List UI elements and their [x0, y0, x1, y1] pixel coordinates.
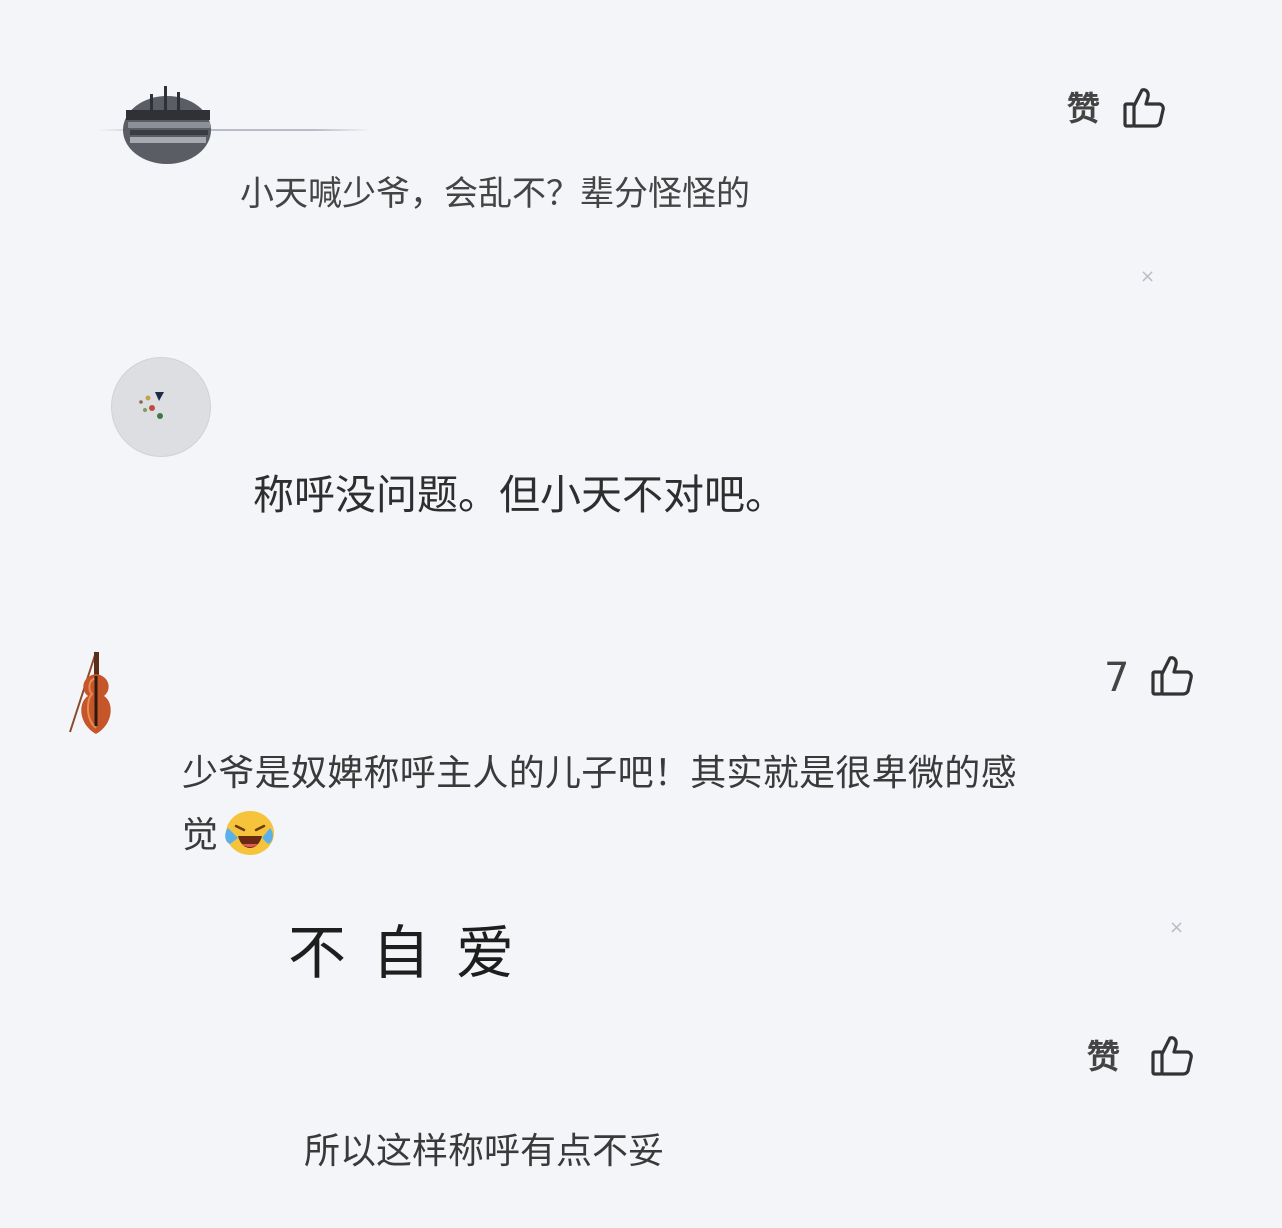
comment-text: 少爷是奴婢称呼主人的儿子吧！其实就是很卑微的感 觉: [182, 743, 1182, 867]
crying-laughing-emoji-icon: [220, 808, 276, 858]
close-icon[interactable]: ×: [1169, 919, 1184, 937]
like-count: 7: [1104, 655, 1130, 701]
comment-text: 不自爱: [288, 919, 541, 987]
avatar[interactable]: [64, 646, 124, 742]
comment-text-line: 少爷是奴婢称呼主人的儿子吧！其实就是很卑微的感: [182, 753, 1017, 794]
avatar[interactable]: [111, 357, 211, 457]
avatar-pattern-icon: [139, 392, 164, 419]
close-icon[interactable]: ×: [1140, 268, 1155, 286]
comment-text-line: 觉: [182, 815, 219, 856]
like-label: 赞: [1067, 89, 1100, 128]
thumbs-up-icon[interactable]: [1150, 654, 1194, 702]
avatar[interactable]: [122, 86, 212, 166]
comment-text: 所以这样称呼有点不妥: [304, 1131, 665, 1172]
avatar-ship-icon: [123, 86, 211, 164]
comment-text: 称呼没问题。但小天不对吧。: [253, 471, 786, 519]
violin-icon: [69, 651, 111, 734]
thumbs-up-icon[interactable]: [1122, 86, 1166, 134]
like-label: 赞: [1087, 1037, 1120, 1076]
comment-text: 小天喊少爷，会乱不？辈分怪怪的: [240, 174, 750, 214]
thumbs-up-icon[interactable]: [1150, 1034, 1194, 1082]
